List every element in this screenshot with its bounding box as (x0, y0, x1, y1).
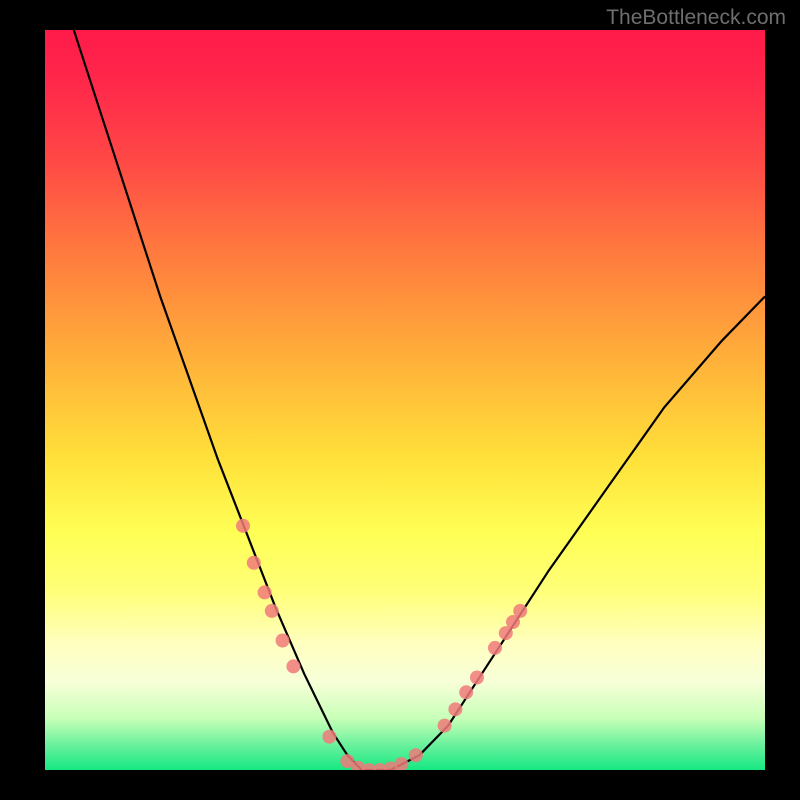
watermark-text: TheBottleneck.com (606, 6, 786, 30)
scatter-point (488, 641, 502, 655)
scatter-point (409, 748, 423, 762)
scatter-point (286, 659, 300, 673)
chart-svg (45, 30, 765, 770)
scatter-point (276, 634, 290, 648)
scatter-point (236, 519, 250, 533)
scatter-point (394, 757, 408, 770)
bottleneck-curve (74, 30, 765, 770)
scatter-point (438, 719, 452, 733)
scatter-point (265, 604, 279, 618)
scatter-point (258, 585, 272, 599)
scatter-point (470, 671, 484, 685)
scatter-point (459, 685, 473, 699)
scatter-points (236, 519, 527, 770)
scatter-point (513, 604, 527, 618)
scatter-point (247, 556, 261, 570)
scatter-point (322, 730, 336, 744)
scatter-point (448, 702, 462, 716)
curve-group (74, 30, 765, 770)
chart-plot-area (45, 30, 765, 770)
